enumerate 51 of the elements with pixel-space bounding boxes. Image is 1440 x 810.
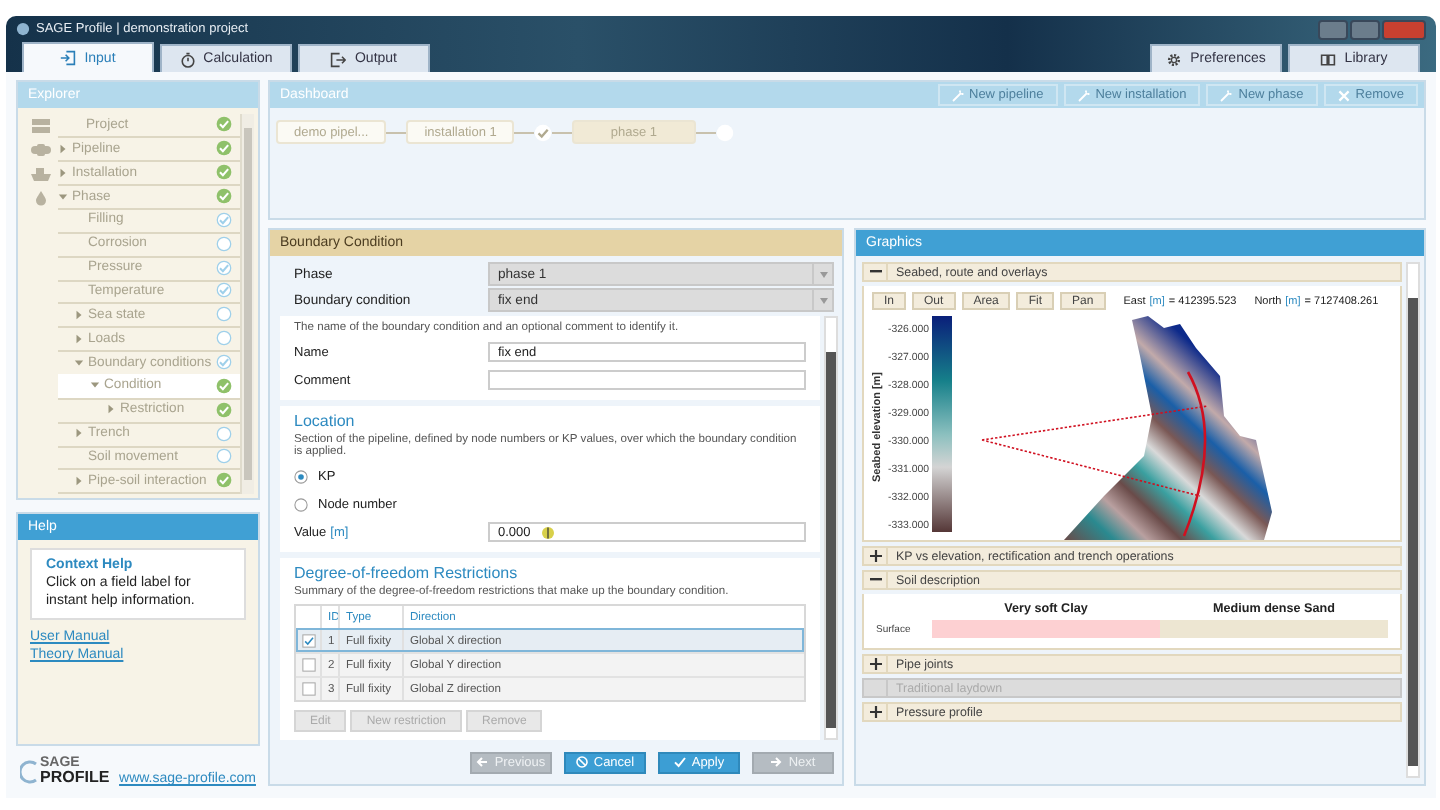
minimize-button[interactable] [1318,19,1348,39]
settings-icon [1166,51,1183,67]
sign-out-icon [330,51,347,67]
cross-icon [1337,89,1350,101]
radio-icon[interactable] [294,497,308,511]
ship-icon [29,165,51,182]
collapsed-arrow-icon[interactable] [106,404,116,415]
empty-circle-icon [715,123,733,141]
collapsed-arrow-icon[interactable] [74,309,84,320]
logo-text: PROFILE [40,770,110,786]
scrollbar[interactable] [824,316,838,740]
text-field[interactable] [488,370,806,390]
logo-swirl-icon [20,759,38,784]
left-arrow-icon [476,756,489,768]
pipe-icon [29,141,51,158]
checkbox[interactable] [302,634,316,648]
wand-icon [1077,89,1090,101]
radio-icon[interactable] [294,469,308,483]
wand-icon [1220,89,1233,101]
expanded-arrow-icon[interactable] [90,380,100,391]
caret-icon [819,271,827,277]
collapsed-arrow-icon[interactable] [74,428,84,439]
sign-in-icon [60,50,77,66]
section-title: Location [294,412,357,430]
expand-icon[interactable] [869,706,881,718]
collapsed-arrow-icon[interactable] [74,333,84,344]
checkbox[interactable] [302,658,316,672]
caret-icon [819,297,827,303]
checkbox[interactable] [302,682,316,696]
cabinet-icon [29,117,51,134]
maximize-button[interactable] [1350,19,1380,39]
book-icon [1320,51,1337,67]
prohibited-icon [575,756,588,768]
checkmark-icon [673,756,686,768]
collapsed-arrow-icon[interactable] [58,143,68,154]
expand-icon[interactable] [869,550,881,562]
expanded-arrow-icon[interactable] [58,191,68,201]
wand-icon [951,89,963,101]
app-icon [16,22,30,36]
close-button[interactable] [1382,19,1426,39]
expanded-arrow-icon[interactable] [74,357,84,368]
section-title: Degree-of-freedom Restrictions [294,564,520,582]
expand-icon[interactable] [869,658,881,670]
scrollbar[interactable] [240,114,254,494]
collapsed-arrow-icon[interactable] [74,475,84,486]
text-cursor-icon [542,525,555,539]
stopwatch-icon [179,51,196,67]
scrollbar[interactable] [1406,262,1420,778]
collapsed-arrow-icon[interactable] [58,167,68,178]
check-circle-icon [534,123,553,141]
right-arrow-icon [770,756,783,768]
